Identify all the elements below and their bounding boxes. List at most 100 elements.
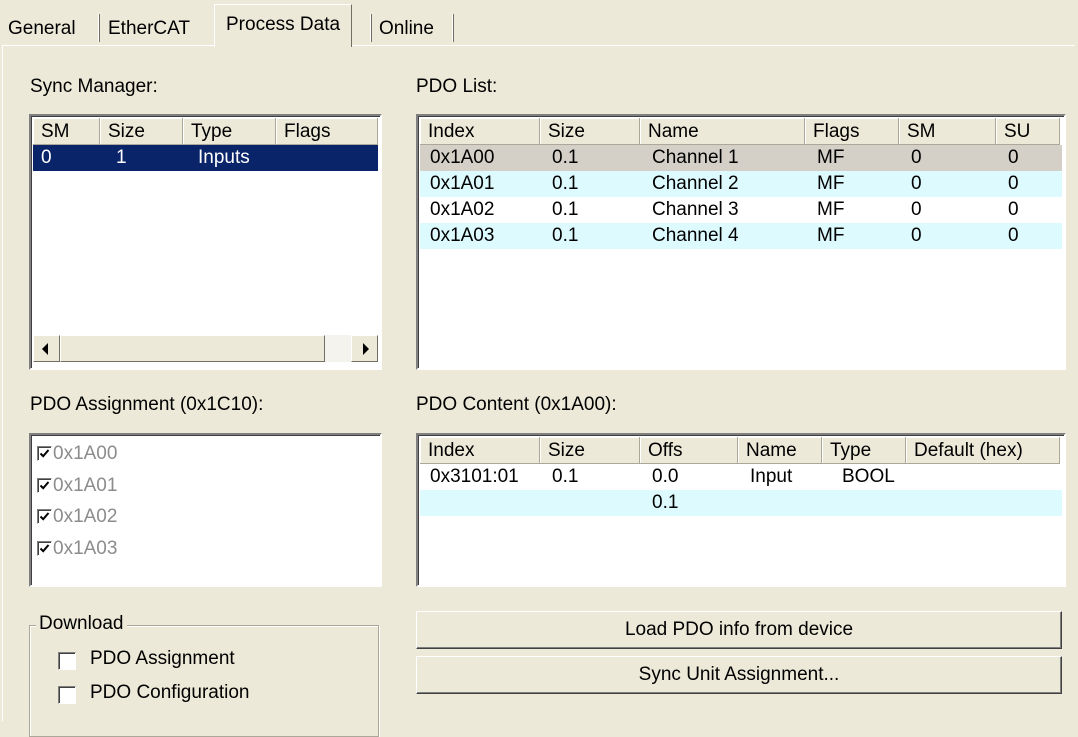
cell-name: Input: [750, 466, 793, 487]
pdo-configuration-option-label[interactable]: PDO Configuration: [90, 682, 249, 704]
cell-name: Channel 1: [652, 147, 739, 168]
column-header-type[interactable]: Type: [822, 437, 906, 464]
cell-index: 0x3101:01: [430, 466, 519, 487]
pdo-configuration-checkbox[interactable]: [58, 686, 76, 704]
tab-separator: [98, 14, 100, 42]
tab-separator: [370, 14, 372, 42]
horizontal-scrollbar[interactable]: [33, 335, 378, 362]
column-header-index[interactable]: Index: [420, 118, 540, 145]
column-header-name[interactable]: Name: [738, 437, 822, 464]
arrow-right-icon: [363, 343, 369, 355]
column-header-size[interactable]: Size: [540, 118, 640, 145]
cell-name: Channel 4: [652, 225, 739, 246]
arrow-left-icon: [42, 343, 48, 355]
scroll-left-button[interactable]: [33, 335, 60, 362]
sync-manager-label: Sync Manager:: [30, 76, 158, 97]
cell-size: 0.1: [552, 199, 579, 220]
column-header-flags[interactable]: Flags: [276, 118, 378, 145]
pdo-list-row[interactable]: 0x1A01 0.1 Channel 2 MF 0 0: [420, 171, 1062, 197]
pdo-assignment-option-label[interactable]: PDO Assignment: [90, 648, 235, 670]
column-header-name[interactable]: Name: [640, 118, 805, 145]
scroll-right-button[interactable]: [351, 335, 378, 362]
column-header-sm[interactable]: SM: [33, 118, 100, 145]
cell-sm: 0: [911, 147, 922, 168]
pdo-list[interactable]: Index Size Name Flags SM SU 0x1A00 0.1 C…: [416, 114, 1066, 370]
tab-online[interactable]: Online: [373, 14, 440, 44]
cell-sm: 0: [41, 147, 52, 168]
column-header-size[interactable]: Size: [100, 118, 183, 145]
cell-default-hex: [908, 490, 918, 516]
download-group: [29, 625, 379, 737]
cell-size: 0.1: [552, 147, 579, 168]
sync-unit-assignment-button[interactable]: Sync Unit Assignment...: [416, 656, 1062, 694]
cell-size: 0.1: [552, 466, 579, 487]
column-header-flags[interactable]: Flags: [805, 118, 899, 145]
cell-sm: 0: [911, 225, 922, 246]
cell-name: Channel 3: [652, 199, 739, 220]
load-pdo-info-button[interactable]: Load PDO info from device: [416, 611, 1062, 649]
tab-general[interactable]: General: [2, 14, 82, 44]
sync-manager-row[interactable]: 0 1 Inputs: [33, 145, 378, 171]
pdo-content-list[interactable]: Index Size Offs Name Type Default (hex) …: [416, 433, 1066, 587]
cell-offs: 0.1: [652, 492, 679, 513]
cell-offs: 0.0: [652, 466, 679, 487]
pdo-content-row[interactable]: 0x3101:01 0.1 0.0 Input BOOL: [420, 464, 1062, 490]
pdo-assignment-item-label: 0x1A03: [53, 538, 118, 559]
cell-default-hex: [908, 464, 918, 490]
pdo-assignment-label: PDO Assignment (0x1C10):: [30, 394, 264, 415]
cell-flags: MF: [817, 173, 845, 194]
cell-su: 0: [1008, 173, 1019, 194]
column-header-su[interactable]: SU: [996, 118, 1060, 145]
cell-sm: 0: [911, 173, 922, 194]
pdo-assignment-item[interactable]: 0x1A02: [35, 504, 335, 530]
pdo-assignment-item-label: 0x1A00: [53, 443, 118, 464]
download-group-title: Download: [36, 613, 127, 635]
cell-name: [740, 490, 750, 516]
tab-process-data[interactable]: Process Data: [214, 4, 353, 47]
pdo-assignment-item-label: 0x1A01: [53, 475, 118, 496]
pdo-assignment-item-label: 0x1A02: [53, 506, 118, 527]
cell-name: Channel 2: [652, 173, 739, 194]
cell-index: 0x1A00: [430, 147, 495, 168]
cell-flags: MF: [817, 199, 845, 220]
cell-index: 0x1A01: [430, 173, 495, 194]
pdo-assignment-list[interactable]: 0x1A00 0x1A01 0x1A02 0x1A03: [29, 433, 382, 587]
cell-flags: MF: [817, 147, 845, 168]
column-header-sm[interactable]: SM: [899, 118, 996, 145]
column-header-type[interactable]: Type: [183, 118, 276, 145]
tab-ethercat[interactable]: EtherCAT: [102, 14, 196, 44]
cell-sm: 0: [911, 199, 922, 220]
sync-manager-list[interactable]: SM Size Type Flags 0 1 Inputs: [29, 114, 382, 370]
pdo-content-row[interactable]: 0.1: [420, 490, 1062, 516]
cell-su: 0: [1008, 225, 1019, 246]
cell-index: 0x1A03: [430, 225, 495, 246]
cell-size: 0.1: [552, 173, 579, 194]
cell-index: [420, 490, 430, 516]
pdo-assignment-item[interactable]: 0x1A00: [35, 441, 335, 467]
cell-index: 0x1A02: [430, 199, 495, 220]
pdo-list-row[interactable]: 0x1A00 0.1 Channel 1 MF 0 0: [420, 145, 1062, 171]
pdo-list-row[interactable]: 0x1A03 0.1 Channel 4 MF 0 0: [420, 223, 1062, 249]
pdo-assignment-item[interactable]: 0x1A03: [35, 536, 335, 562]
pdo-assignment-checkbox[interactable]: [58, 652, 76, 670]
column-header-offs[interactable]: Offs: [640, 437, 738, 464]
scroll-thumb[interactable]: [60, 335, 325, 362]
pdo-list-row[interactable]: 0x1A02 0.1 Channel 3 MF 0 0: [420, 197, 1062, 223]
column-header-size[interactable]: Size: [540, 437, 640, 464]
pdo-content-label: PDO Content (0x1A00):: [416, 394, 617, 415]
cell-flags: MF: [817, 225, 845, 246]
cell-flags: [276, 145, 286, 171]
cell-size: 0.1: [552, 225, 579, 246]
cell-size: [542, 490, 552, 516]
cell-type: BOOL: [842, 466, 895, 487]
column-header-index[interactable]: Index: [420, 437, 540, 464]
pdo-assignment-item[interactable]: 0x1A01: [35, 473, 335, 499]
cell-su: 0: [1008, 199, 1019, 220]
cell-type: [832, 490, 842, 516]
cell-size: 1: [116, 147, 127, 168]
tab-strip: General EtherCAT Process Data Online: [0, 0, 1078, 47]
column-header-default-hex[interactable]: Default (hex): [906, 437, 1060, 464]
cell-type: Inputs: [198, 147, 250, 168]
cell-su: 0: [1008, 147, 1019, 168]
tab-separator: [452, 14, 454, 42]
